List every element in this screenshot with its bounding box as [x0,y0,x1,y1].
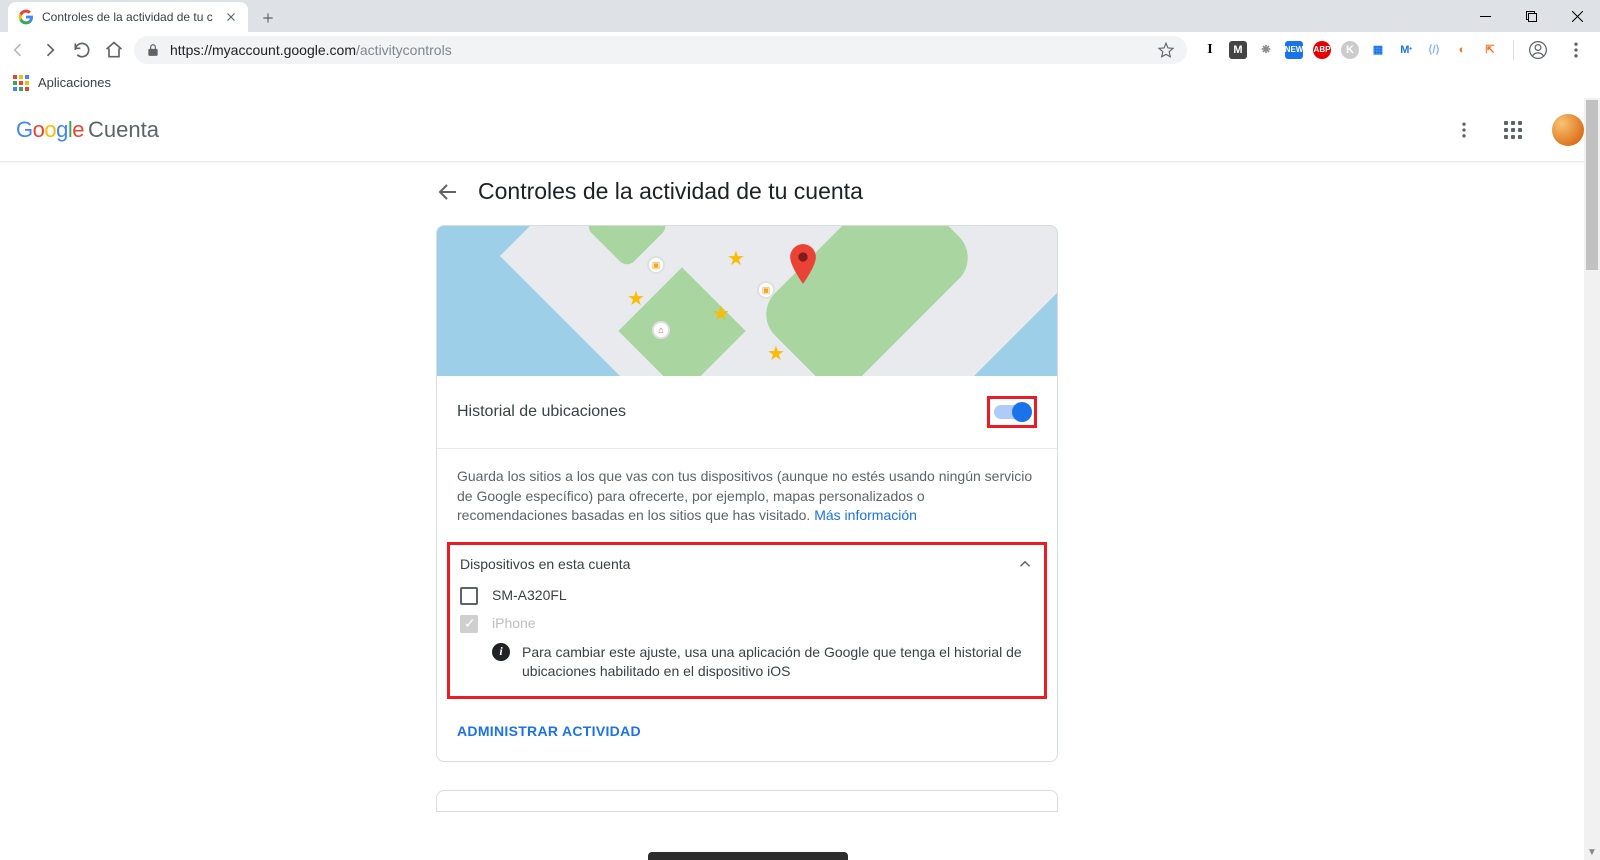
ext-icon[interactable]: ⇱ [1481,41,1499,59]
reload-icon[interactable] [72,40,92,60]
page-header: Google Cuenta [0,98,1600,162]
device-checkbox-disabled [460,615,478,633]
account-avatar[interactable] [1552,114,1584,146]
devices-header[interactable]: Dispositivos en esta cuenta [460,555,1034,573]
ext-icon[interactable]: M [1229,41,1247,59]
close-window-button[interactable] [1554,0,1600,32]
breadcrumb: Controles de la actividad de tu cuenta [0,162,1584,225]
card-title: Historial de ubicaciones [457,403,626,421]
lock-icon [146,43,160,57]
scrollbar-thumb[interactable] [1586,100,1598,270]
devices-section: Dispositivos en esta cuenta SM-A320FL iP… [447,542,1047,699]
google-logo[interactable]: Google [16,117,84,143]
ext-icon[interactable]: ⟨/⟩ [1425,41,1443,59]
manage-activity-row: ADMINISTRAR ACTIVIDAD [437,709,1057,761]
card-hero-illustration: ★ ★ ★ ★ ▣ ⌂ ▣ [437,226,1057,376]
back-arrow-icon[interactable] [436,180,460,204]
maximize-button[interactable] [1508,0,1554,32]
map-pin-icon [789,244,817,284]
ext-abp-icon[interactable]: ABP [1313,41,1331,59]
bookmarks-apps-label[interactable]: Aplicaciones [38,75,111,90]
device-row: iPhone [460,615,1034,633]
logo-suffix: Cuenta [88,117,159,143]
apps-grid-icon[interactable] [12,74,30,92]
device-name: SM-A320FL [492,587,567,603]
chrome-menu-icon[interactable] [1566,40,1586,60]
window-controls [1462,0,1600,32]
home-icon[interactable] [104,40,124,60]
ext-icon[interactable]: K [1341,41,1359,59]
forward-icon[interactable] [40,40,60,60]
profile-icon[interactable] [1528,40,1548,60]
scroll-down-icon[interactable]: ▼ [1584,844,1600,860]
ext-icon[interactable]: ◐ [1453,41,1471,59]
card-title-row: Historial de ubicaciones [437,376,1057,449]
manage-activity-link[interactable]: ADMINISTRAR ACTIVIDAD [457,723,641,739]
google-favicon-icon [18,9,34,25]
bookmark-star-icon[interactable] [1157,41,1175,59]
tab-title: Controles de la actividad de tu c [42,10,218,24]
address-bar[interactable]: https://myaccount.google.com/activitycon… [134,36,1187,64]
extension-icons: I M ❋ NEW ABP K ▦ M• ⟨/⟩ ◐ ⇱ [1195,40,1592,60]
header-more-icon[interactable] [1454,120,1474,140]
device-name: iPhone [492,615,536,631]
ext-icon[interactable]: ▦ [1369,41,1387,59]
close-tab-icon[interactable] [224,10,238,24]
device-info-note: i Para cambiar este ajuste, usa una apli… [460,643,1034,682]
info-icon: i [492,643,510,661]
browser-toolbar: https://myaccount.google.com/activitycon… [0,32,1600,68]
bookmarks-bar: Aplicaciones [0,68,1600,98]
ext-icon[interactable]: NEW [1285,41,1303,59]
minimize-button[interactable] [1462,0,1508,32]
location-history-toggle[interactable] [994,405,1030,419]
google-apps-icon[interactable] [1504,121,1522,139]
page-title: Controles de la actividad de tu cuenta [478,178,863,205]
toggle-highlight [987,396,1037,428]
browser-tab[interactable]: Controles de la actividad de tu c [8,2,248,32]
content-area: Controles de la actividad de tu cuenta ★… [0,162,1584,860]
bottom-toast-peek [648,852,848,860]
ext-icon[interactable]: ❋ [1257,41,1275,59]
location-history-card: ★ ★ ★ ★ ▣ ⌂ ▣ Historial de ubicaciones G… [436,225,1058,762]
ext-icon[interactable]: I [1201,41,1219,59]
card-description: Guarda los sitios a los que vas con tus … [437,449,1057,532]
ext-icon[interactable]: M• [1397,41,1415,59]
device-checkbox[interactable] [460,587,478,605]
plus-icon [261,11,275,25]
browser-tab-strip: Controles de la actividad de tu c [0,0,1600,32]
back-icon[interactable] [8,40,28,60]
chevron-up-icon [1016,555,1034,573]
url-path: /activitycontrols [356,42,452,58]
new-tab-button[interactable] [254,4,282,32]
next-card-peek [436,790,1058,812]
url-host: https://myaccount.google.com [170,42,356,58]
device-row: SM-A320FL [460,587,1034,605]
more-info-link[interactable]: Más información [814,507,917,523]
